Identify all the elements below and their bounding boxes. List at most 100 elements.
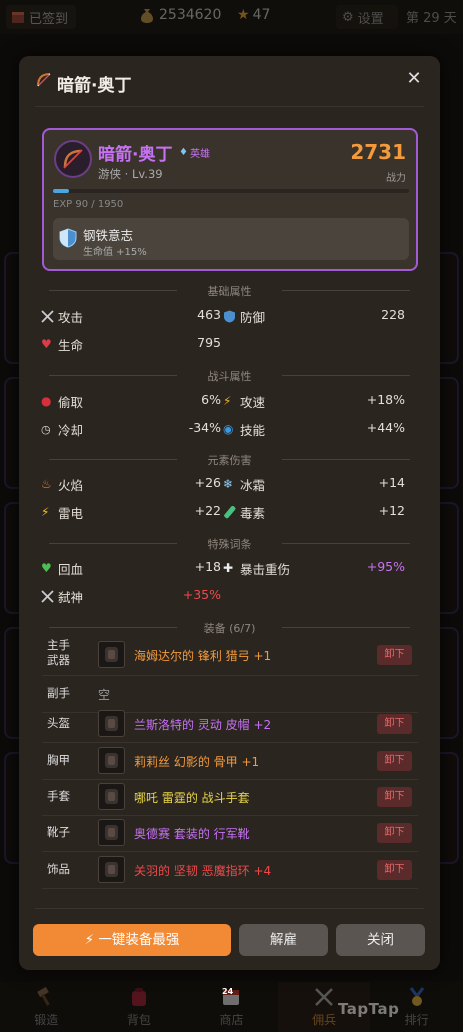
equipment-item-icon[interactable] <box>98 641 125 668</box>
stat-poison-value: +12 <box>378 503 405 518</box>
equipment-row: 手套 哪吒 雷霆的 战斗手套 卸下 <box>42 779 418 816</box>
exp-bar <box>53 189 409 193</box>
stat-atkspeed-value: +18% <box>366 392 405 407</box>
stat-cooldown-value: -34% <box>188 420 221 435</box>
stat-critdmg: ✚ 暴击重伤 <box>223 559 290 578</box>
lightning-icon: ⚡ <box>41 505 50 519</box>
equipment-item-name[interactable]: 海姆达尔的 锋利 猎弓 +1 <box>134 647 271 664</box>
stat-hp-label: 生命 <box>58 338 84 353</box>
stat-lifesteal-label: 偷取 <box>58 395 84 410</box>
dismiss-button[interactable]: 解雇 <box>239 924 328 956</box>
stat-defense-label: 防御 <box>240 310 266 325</box>
modal-title: 暗箭·奥丁 <box>57 76 132 96</box>
stat-critdmg-value: +95% <box>366 559 405 574</box>
section-element-damage: 元素伤害 <box>19 452 440 468</box>
modal-header: 暗箭·奥丁 ✕ <box>19 56 440 106</box>
hero-power-label: 战力 <box>386 173 406 184</box>
watermark: TapTap <box>338 1000 400 1018</box>
hero-card: 暗箭·奥丁 ♦ 英雄 游侠 · Lv.39 2731 战力 EXP 90 / 1… <box>42 128 418 271</box>
app-root: 已签到 2534620 ★ 47 ⚙ 设置 第 29 天 锻造 背包 <box>0 0 463 1032</box>
crossed-swords-icon <box>41 310 54 323</box>
vial-icon <box>224 506 236 519</box>
close-icon[interactable]: ✕ <box>405 70 423 88</box>
unequip-button[interactable]: 卸下 <box>377 860 412 880</box>
stat-lifesteal: ● 偷取 <box>41 392 83 411</box>
stat-attack: 攻击 <box>41 307 83 326</box>
stat-ice-value: +14 <box>378 475 405 490</box>
equipment-slot-label: 副手 <box>47 686 70 700</box>
unequip-button[interactable]: 卸下 <box>377 714 412 734</box>
trait-desc: 生命值 +15% <box>83 247 147 258</box>
hero-name: 暗箭·奥丁 <box>98 145 173 165</box>
stat-thunder-value: +22 <box>194 503 221 518</box>
fire-icon: ♨ <box>41 477 52 491</box>
equipment-item-icon[interactable] <box>98 747 125 774</box>
stat-fire: ♨ 火焰 <box>41 475 83 494</box>
shield-icon <box>59 228 77 248</box>
section-base-stats: 基础属性 <box>19 283 440 299</box>
equipment-row: 饰品 关羽的 坚韧 恶魔指环 +4 卸下 <box>42 852 418 889</box>
stat-regen: ♥ 回血 <box>41 559 83 578</box>
equipment-item-icon[interactable] <box>98 783 125 810</box>
stat-cooldown-label: 冷却 <box>58 423 84 438</box>
stat-fire-label: 火焰 <box>58 478 84 493</box>
stat-poison: 毒素 <box>223 503 265 522</box>
rarity-badge: ♦ 英雄 <box>179 145 210 160</box>
equipment-row: 胸甲 莉莉丝 幻影的 骨甲 +1 卸下 <box>42 743 418 780</box>
stat-ice-label: 冰霜 <box>240 478 266 493</box>
section-special-affixes: 特殊词条 <box>19 536 440 552</box>
heart-icon: ♥ <box>41 337 52 351</box>
stat-fire-value: +26 <box>194 475 221 490</box>
stat-regen-value: +18 <box>194 559 221 574</box>
rarity-label: 英雄 <box>189 149 210 160</box>
equipment-item-name[interactable]: 关羽的 坚韧 恶魔指环 +4 <box>134 862 271 879</box>
unequip-button[interactable]: 卸下 <box>377 645 412 665</box>
close-button[interactable]: 关闭 <box>336 924 425 956</box>
stat-poison-label: 毒素 <box>240 506 266 521</box>
stat-skill-label: 技能 <box>240 423 266 438</box>
equipment-slot-label: 靴子 <box>47 825 70 839</box>
blood-drop-icon: ● <box>41 394 52 408</box>
divider <box>35 908 424 909</box>
green-heart-icon: ♥ <box>41 561 52 575</box>
unequip-button[interactable]: 卸下 <box>377 823 412 843</box>
stat-ice: ❄ 冰霜 <box>223 475 265 494</box>
exp-bar-fill <box>53 189 70 193</box>
equip-best-button[interactable]: ⚡ 一键装备最强 <box>33 924 231 956</box>
stat-thunder: ⚡ 雷电 <box>41 503 83 522</box>
equipment-slot-label: 饰品 <box>47 862 70 876</box>
equipment-item-icon[interactable] <box>98 819 125 846</box>
stopwatch-icon: ◷ <box>41 423 51 436</box>
trait-name: 钢铁意志 <box>83 228 134 243</box>
equipment-item-icon[interactable] <box>98 710 125 737</box>
stat-thunder-label: 雷电 <box>58 506 84 521</box>
equipment-item-icon[interactable] <box>98 856 125 883</box>
stat-hp: ♥ 生命 <box>41 335 83 354</box>
equipment-row: 头盔 兰斯洛特的 灵动 皮帽 +2 卸下 <box>42 706 418 743</box>
divider <box>35 106 424 107</box>
equipment-slot-label: 头盔 <box>47 716 70 730</box>
equipment-item-name[interactable]: 哪吒 雷霆的 战斗手套 <box>134 789 250 806</box>
hero-class-level: 游侠 · Lv.39 <box>98 167 163 181</box>
stat-attack-value: 463 <box>197 307 221 322</box>
crossed-swords-icon <box>41 590 54 603</box>
stat-lifesteal-value: 6% <box>201 392 221 407</box>
equipment-item-name[interactable]: 莉莉丝 幻影的 骨甲 +1 <box>134 753 259 770</box>
stat-defense: 防御 <box>223 307 265 326</box>
stat-skill-value: +44% <box>366 420 405 435</box>
bow-portrait-icon <box>63 149 83 169</box>
equipment-empty: 空 <box>98 688 111 702</box>
equipment-slot-label: 胸甲 <box>47 753 70 767</box>
unequip-button[interactable]: 卸下 <box>377 787 412 807</box>
equipment-slot-label: 手套 <box>47 789 70 803</box>
stat-hp-value: 795 <box>197 335 221 350</box>
equipment-slot-label: 主手 武器 <box>47 638 70 667</box>
stat-godslayer-label: 弑神 <box>58 590 84 605</box>
equipment-item-name[interactable]: 奥德赛 套装的 行军靴 <box>134 825 250 842</box>
stat-defense-value: 228 <box>381 307 405 322</box>
mercenary-detail-modal: 暗箭·奥丁 ✕ 暗箭·奥丁 ♦ 英雄 游侠 · Lv.39 2731 战力 EX… <box>19 56 440 970</box>
stat-atkspeed: ⚡ 攻速 <box>223 392 265 411</box>
bandage-icon: ✚ <box>223 561 234 575</box>
equipment-item-name[interactable]: 兰斯洛特的 灵动 皮帽 +2 <box>134 716 271 733</box>
unequip-button[interactable]: 卸下 <box>377 751 412 771</box>
